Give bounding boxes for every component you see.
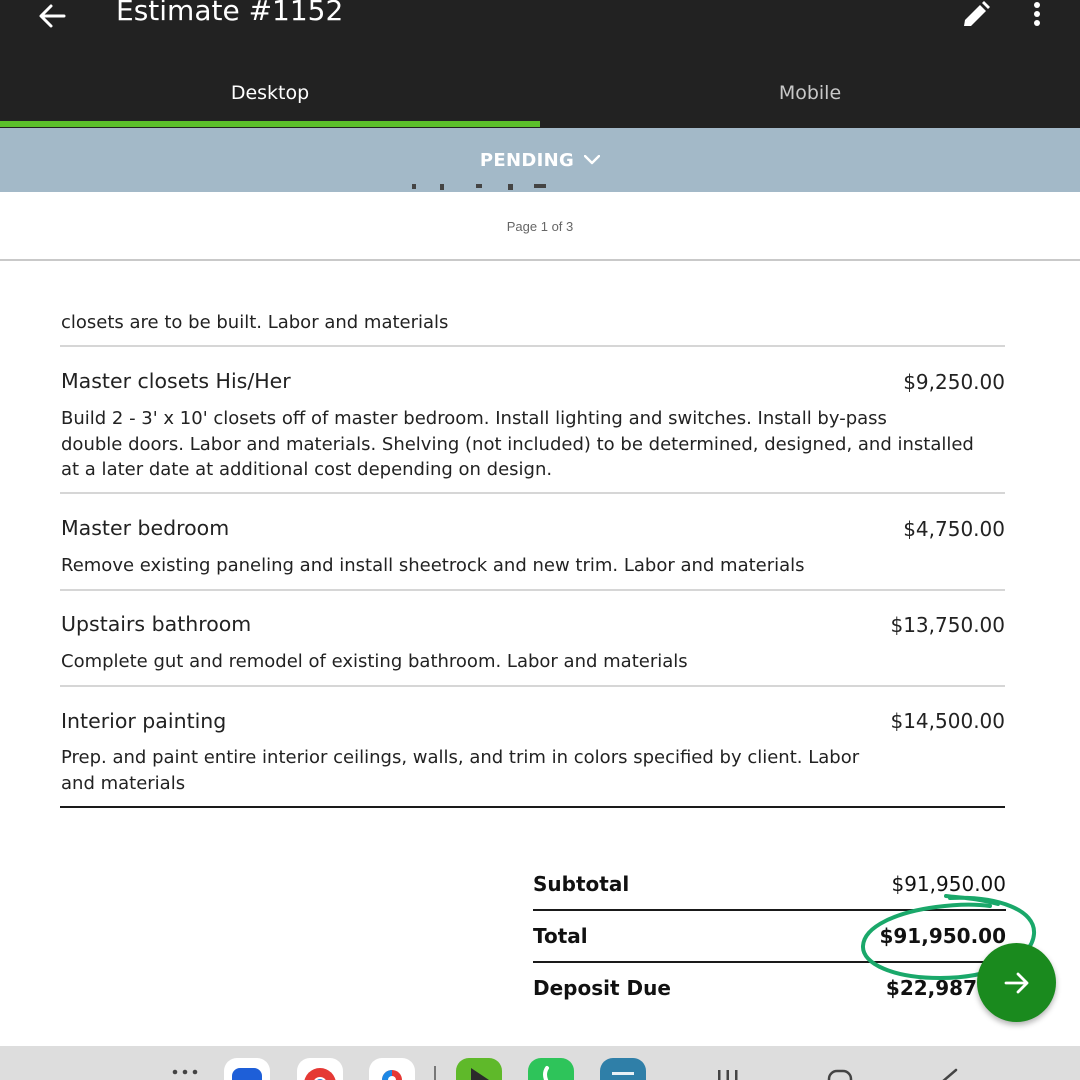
item-price: $9,250.00	[903, 370, 1005, 394]
item-divider	[60, 492, 1005, 494]
item-name: Master bedroom	[61, 516, 230, 540]
item-description-line: and materials	[61, 772, 186, 794]
subtotal-value: $91,950.00	[891, 872, 1006, 896]
item-description-line: Prep. and paint entire interior ceilings…	[61, 747, 860, 768]
pencil-icon	[964, 1, 990, 26]
more-options-button[interactable]	[1022, 0, 1052, 30]
item-divider	[60, 685, 1005, 687]
recents-nav-icon[interactable]	[716, 1068, 740, 1080]
samsung-app-icon[interactable]	[224, 1058, 270, 1080]
more-vert-icon	[1034, 2, 1040, 26]
back-button[interactable]	[30, 0, 74, 32]
arrow-left-icon	[39, 4, 66, 28]
item-price: $4,750.00	[903, 517, 1005, 541]
google-maps-icon[interactable]	[369, 1058, 415, 1080]
dock-separator	[434, 1066, 436, 1080]
item-name: Master closets His/Her	[61, 369, 291, 393]
item-description-line: at a later date at additional cost depen…	[61, 459, 553, 480]
tab-mobile[interactable]: Mobile	[540, 66, 1080, 128]
tab-desktop[interactable]: Desktop	[0, 66, 540, 128]
item-price: $13,750.00	[890, 613, 1005, 637]
chrome-icon[interactable]	[297, 1058, 343, 1080]
next-fab-button[interactable]	[977, 943, 1056, 1022]
chevron-down-icon	[584, 155, 601, 165]
home-nav-icon[interactable]	[826, 1068, 854, 1080]
estimate-screen: Estimate #1152 Desktop Mobile PENDING Pa…	[0, 0, 1080, 1080]
arrow-right-icon	[1004, 972, 1028, 993]
item-description-line: Remove existing paneling and install she…	[61, 555, 805, 576]
app-drawer-icon[interactable]	[172, 1068, 200, 1078]
page-divider	[0, 259, 1080, 261]
items-end-divider	[60, 806, 1005, 808]
item-description-line: Build 2 - 3' x 10' closets off of master…	[61, 408, 887, 429]
item-divider	[60, 589, 1005, 591]
clipped-text-remnant	[412, 184, 546, 190]
page-indicator: Page 1 of 3	[506, 219, 574, 234]
item-divider	[60, 345, 1005, 347]
system-dock	[0, 1046, 1080, 1080]
continued-description: closets are to be built. Labor and mater…	[61, 312, 449, 333]
page-title: Estimate #1152	[116, 0, 344, 27]
phone-icon[interactable]	[528, 1058, 574, 1080]
subtotal-label: Subtotal	[533, 872, 630, 896]
deposit-label: Deposit Due	[533, 976, 671, 1000]
active-tab-indicator	[0, 121, 540, 127]
item-name: Interior painting	[61, 709, 227, 733]
item-description-line: double doors. Labor and materials. Shelv…	[61, 433, 974, 455]
item-name: Upstairs bathroom	[61, 612, 252, 636]
total-label: Total	[533, 924, 588, 948]
status-dropdown[interactable]: PENDING	[0, 128, 1080, 192]
item-price: $14,500.00	[890, 709, 1005, 733]
edit-button[interactable]	[958, 0, 994, 30]
app-bar: Estimate #1152 Desktop Mobile	[0, 0, 1080, 128]
status-label: PENDING	[479, 149, 575, 171]
play-store-icon[interactable]	[456, 1058, 502, 1080]
merrick-app-icon[interactable]	[600, 1058, 646, 1080]
item-description-line: Complete gut and remodel of existing bat…	[61, 651, 688, 672]
back-nav-icon[interactable]	[936, 1068, 960, 1080]
